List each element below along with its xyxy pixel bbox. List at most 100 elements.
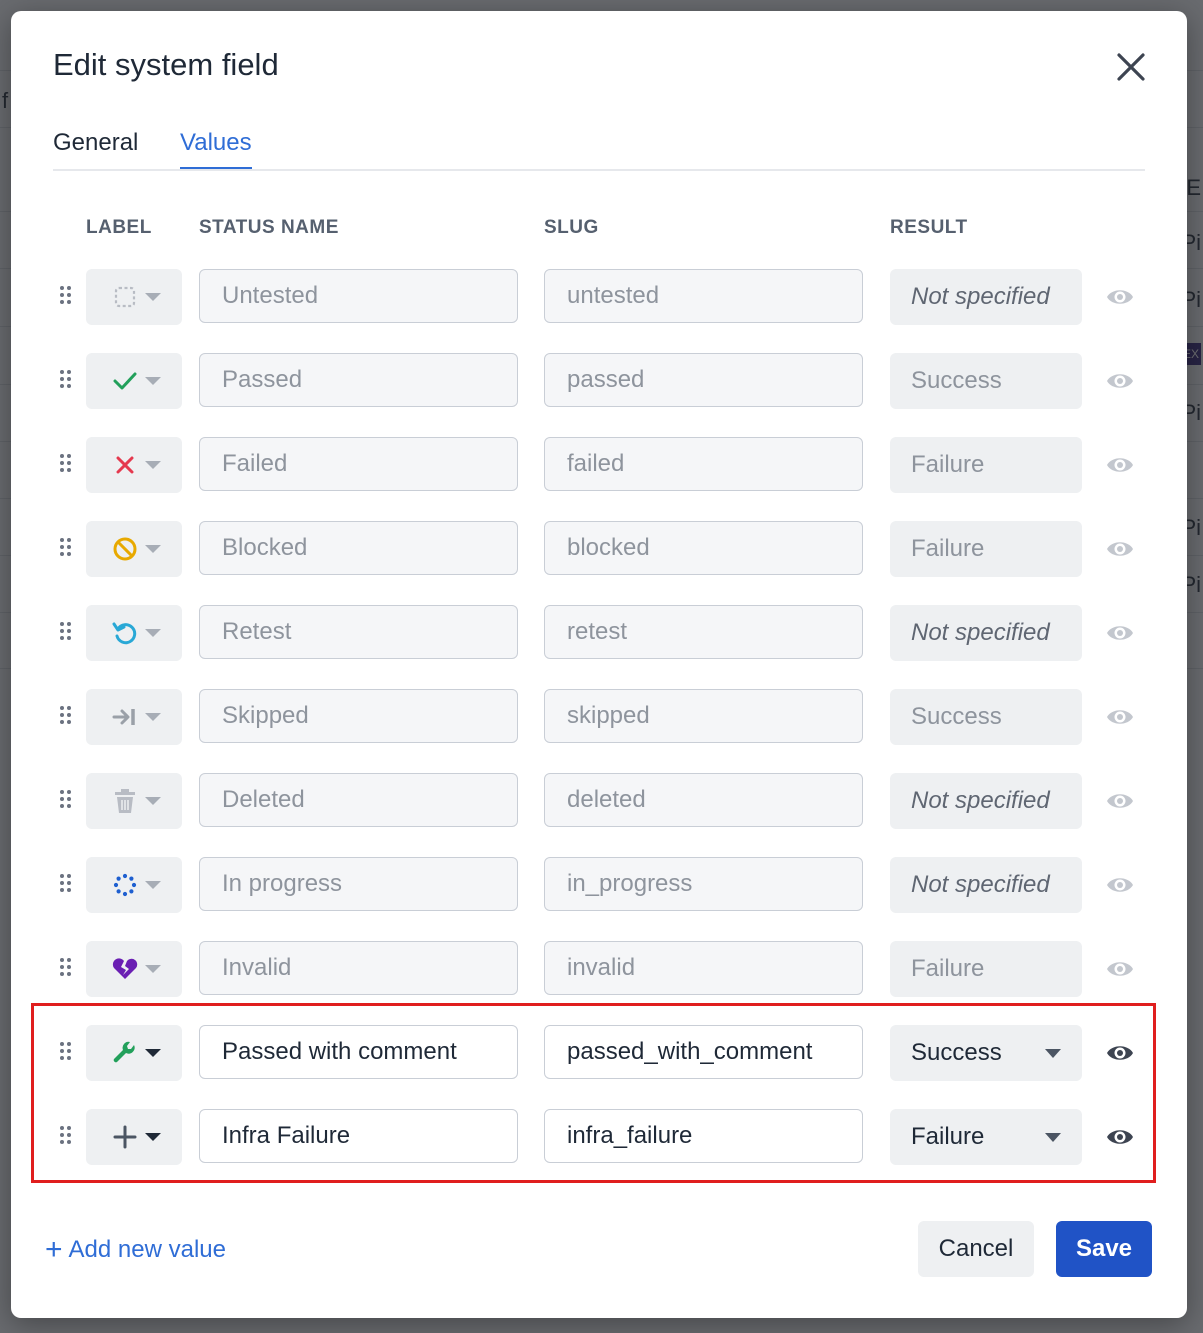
spinner-dots-icon xyxy=(113,873,137,897)
value-row: In progress in_progress Not specified xyxy=(11,857,1187,913)
result-select: Success xyxy=(890,353,1082,409)
drag-handle-icon[interactable] xyxy=(60,958,74,980)
drag-handle-icon[interactable] xyxy=(60,454,74,476)
label-icon-select[interactable] xyxy=(86,521,182,577)
save-button[interactable]: Save xyxy=(1056,1221,1152,1277)
label-icon-select[interactable] xyxy=(86,689,182,745)
status-name-input: Passed xyxy=(199,353,518,407)
value-row: Passed passed Success xyxy=(11,353,1187,409)
value-row: Invalid invalid Failure xyxy=(11,941,1187,997)
slug-input: blocked xyxy=(544,521,863,575)
eye-icon[interactable] xyxy=(1105,536,1135,562)
eye-icon[interactable] xyxy=(1105,872,1135,898)
chevron-down-icon xyxy=(145,965,161,973)
eye-icon[interactable] xyxy=(1105,704,1135,730)
column-header-label: LABEL xyxy=(86,217,152,238)
untested-dashed-square-icon xyxy=(114,286,136,308)
result-value: Success xyxy=(911,703,1002,730)
column-header-slug: SLUG xyxy=(544,217,599,238)
tab-values[interactable]: Values xyxy=(180,129,252,169)
status-name-input: Skipped xyxy=(199,689,518,743)
drag-handle-icon[interactable] xyxy=(60,790,74,812)
dialog-title: Edit system field xyxy=(53,47,279,82)
label-icon-select[interactable] xyxy=(86,941,182,997)
eye-icon[interactable] xyxy=(1105,452,1135,478)
drag-handle-icon[interactable] xyxy=(60,622,74,644)
add-new-value-label: Add new value xyxy=(68,1236,226,1263)
plus-icon xyxy=(113,1125,137,1149)
label-icon-select[interactable] xyxy=(86,773,182,829)
slug-input: invalid xyxy=(544,941,863,995)
label-icon-select[interactable] xyxy=(86,857,182,913)
status-name-input[interactable]: Passed with comment xyxy=(199,1025,518,1079)
label-icon-select[interactable] xyxy=(86,269,182,325)
close-icon[interactable] xyxy=(1115,51,1147,83)
eye-icon[interactable] xyxy=(1105,1040,1135,1066)
retest-arrow-icon xyxy=(112,622,137,645)
result-select: Failure xyxy=(890,437,1082,493)
value-row: Retest retest Not specified xyxy=(11,605,1187,661)
label-icon-select[interactable] xyxy=(86,1025,182,1081)
label-icon-select[interactable] xyxy=(86,353,182,409)
result-select[interactable]: Failure xyxy=(890,1109,1082,1165)
eye-icon[interactable] xyxy=(1105,620,1135,646)
value-row: Infra Failure infra_failure Failure xyxy=(11,1109,1187,1165)
x-icon xyxy=(116,456,134,474)
chevron-down-icon xyxy=(145,377,161,385)
label-icon-select[interactable] xyxy=(86,437,182,493)
result-value: Failure xyxy=(911,451,985,478)
eye-icon[interactable] xyxy=(1105,284,1135,310)
slug-input: passed xyxy=(544,353,863,407)
result-value: Not specified xyxy=(911,871,1050,898)
status-name-input: In progress xyxy=(199,857,518,911)
result-value: Failure xyxy=(911,955,985,982)
result-value: Success xyxy=(911,367,1002,394)
chevron-down-icon xyxy=(145,881,161,889)
label-icon-select[interactable] xyxy=(86,605,182,661)
slug-input[interactable]: infra_failure xyxy=(544,1109,863,1163)
drag-handle-icon[interactable] xyxy=(60,538,74,560)
cancel-button[interactable]: Cancel xyxy=(918,1221,1034,1277)
status-name-input: Blocked xyxy=(199,521,518,575)
value-row: Passed with comment passed_with_comment Su… xyxy=(11,1025,1187,1081)
result-select: Not specified xyxy=(890,857,1082,913)
status-name-input: Retest xyxy=(199,605,518,659)
chevron-down-icon xyxy=(1045,1049,1061,1058)
edit-system-field-dialog: Edit system field General Values LABEL S… xyxy=(11,11,1187,1318)
result-value: Not specified xyxy=(911,283,1050,310)
add-new-value-button[interactable]: + Add new value xyxy=(45,1233,226,1267)
value-row: Blocked blocked Failure xyxy=(11,521,1187,577)
slug-input: retest xyxy=(544,605,863,659)
drag-handle-icon[interactable] xyxy=(60,286,74,308)
eye-icon[interactable] xyxy=(1105,788,1135,814)
chevron-down-icon xyxy=(145,713,161,721)
slug-input: in_progress xyxy=(544,857,863,911)
slug-input[interactable]: passed_with_comment xyxy=(544,1025,863,1079)
blocked-circle-icon xyxy=(113,537,137,561)
eye-icon[interactable] xyxy=(1105,368,1135,394)
status-name-input[interactable]: Infra Failure xyxy=(199,1109,518,1163)
drag-handle-icon[interactable] xyxy=(60,874,74,896)
chevron-down-icon xyxy=(145,293,161,301)
value-row: Failed failed Failure xyxy=(11,437,1187,493)
drag-handle-icon[interactable] xyxy=(60,1042,74,1064)
tab-general[interactable]: General xyxy=(53,129,138,167)
skip-arrow-icon xyxy=(112,709,135,725)
drag-handle-icon[interactable] xyxy=(60,706,74,728)
result-value: Success xyxy=(911,1039,1002,1066)
result-select[interactable]: Success xyxy=(890,1025,1082,1081)
eye-icon[interactable] xyxy=(1105,956,1135,982)
value-row: Skipped skipped Success xyxy=(11,689,1187,745)
drag-handle-icon[interactable] xyxy=(60,370,74,392)
label-icon-select[interactable] xyxy=(86,1109,182,1165)
status-name-input: Deleted xyxy=(199,773,518,827)
status-name-input: Failed xyxy=(199,437,518,491)
status-name-input: Untested xyxy=(199,269,518,323)
chevron-down-icon xyxy=(1045,1133,1061,1142)
eye-icon[interactable] xyxy=(1105,1124,1135,1150)
wrench-icon xyxy=(113,1041,135,1063)
result-select: Failure xyxy=(890,941,1082,997)
drag-handle-icon[interactable] xyxy=(60,1126,74,1148)
check-icon xyxy=(113,372,137,390)
column-header-result: RESULT xyxy=(890,217,968,238)
